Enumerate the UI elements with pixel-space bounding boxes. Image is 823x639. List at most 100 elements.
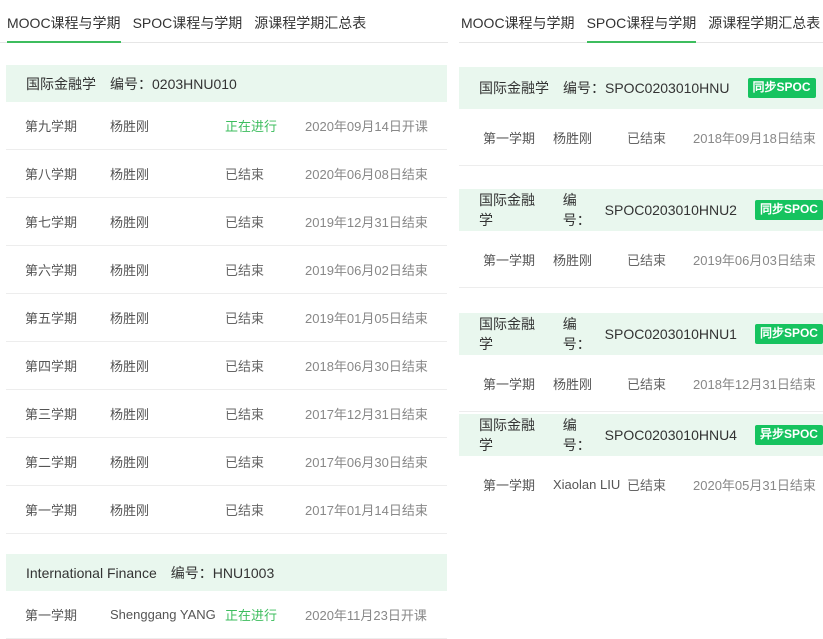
teacher-name: 杨胜刚 [110, 308, 225, 327]
term-name: 第一学期 [483, 128, 553, 147]
term-row[interactable]: 第四学期杨胜刚已结束2018年06月30日结束 [6, 342, 447, 390]
left-tab-bar: MOOC课程与学期 SPOC课程与学期源课程学期汇总表 [0, 0, 448, 43]
course-header: 国际金融学编号：SPOC0203010HNU4异步SPOC [459, 414, 823, 456]
term-date: 2020年09月14日开课 [305, 116, 447, 135]
term-status: 已结束 [627, 374, 693, 393]
term-status: 已结束 [627, 128, 693, 147]
term-status: 已结束 [627, 250, 693, 269]
term-status: 已结束 [225, 356, 305, 375]
term-status: 已结束 [225, 308, 305, 327]
tab-source-term-summary[interactable]: 源课程学期汇总表 [708, 13, 820, 43]
term-status: 已结束 [627, 475, 693, 494]
course-header: 国际金融学编号：SPOC0203010HNU同步SPOC [459, 67, 823, 109]
term-management-page: MOOC课程与学期SPOC课程与学期源课程学期汇总表 国际金融学编号：0203H… [0, 0, 823, 614]
teacher-name: 杨胜刚 [110, 212, 225, 231]
term-name: 第五学期 [25, 308, 110, 327]
term-date: 2019年12月31日结束 [305, 212, 447, 231]
teacher-name: 杨胜刚 [110, 116, 225, 135]
course-name: 国际金融学 [479, 190, 549, 230]
term-date: 2017年01月14日结束 [305, 500, 447, 519]
term-row[interactable]: 第一学期Shenggang YANG正在进行2020年11月23日开课 [6, 591, 447, 639]
course-code: 0203HNU010 [152, 76, 237, 92]
spoc-type-badge: 同步SPOC [748, 78, 816, 98]
term-row[interactable]: 第九学期杨胜刚正在进行2020年09月14日开课 [6, 102, 447, 150]
course-code: SPOC0203010HNU2 [605, 202, 737, 218]
term-name: 第一学期 [483, 374, 553, 393]
course-header: 国际金融学编号：0203HNU010 [6, 65, 447, 102]
term-row[interactable]: 第三学期杨胜刚已结束2017年12月31日结束 [6, 390, 447, 438]
teacher-name: 杨胜刚 [553, 128, 627, 147]
spoc-courses-panel: MOOC课程与学期SPOC课程与学期源课程学期汇总表 国际金融学编号：SPOC0… [459, 0, 823, 614]
course-header: International Finance 编号：HNU1003 [6, 554, 447, 591]
teacher-name: 杨胜刚 [110, 452, 225, 471]
course-card: International Finance 编号：HNU1003 第一学期Sheng… [6, 554, 447, 639]
course-card: 国际金融学编号：SPOC0203010HNU2同步SPOC第一学期杨胜刚已结束2… [459, 189, 823, 288]
course-code: SPOC0203010HNU4 [605, 427, 737, 443]
course-code: SPOC0203010HNU1 [605, 326, 737, 342]
term-row[interactable]: 第六学期杨胜刚已结束2019年06月02日结束 [6, 246, 447, 294]
term-name: 第六学期 [25, 260, 110, 279]
spoc-type-badge: 异步SPOC [755, 425, 823, 445]
term-name: 第七学期 [25, 212, 110, 231]
course-name: International Finance [26, 565, 157, 581]
term-row[interactable]: 第一学期杨胜刚已结束2017年01月14日结束 [6, 486, 447, 534]
course-name: 国际金融学 [479, 314, 549, 354]
spoc-type-badge: 同步SPOC [755, 200, 823, 220]
term-row[interactable]: 第七学期杨胜刚已结束2019年12月31日结束 [6, 198, 447, 246]
teacher-name: 杨胜刚 [110, 356, 225, 375]
term-date: 2020年05月31日结束 [693, 475, 823, 494]
tab-mooc-courses[interactable]: MOOC课程与学期 [461, 13, 575, 43]
term-name: 第一学期 [483, 475, 553, 494]
term-name: 第一学期 [483, 250, 553, 269]
course-code: HNU1003 [213, 565, 274, 581]
teacher-name: 杨胜刚 [110, 260, 225, 279]
course-card: 国际金融学编号：SPOC0203010HNU同步SPOC第一学期杨胜刚已结束20… [459, 67, 823, 166]
course-code-label: 编号： [563, 415, 605, 455]
term-date: 2018年06月30日结束 [305, 356, 447, 375]
term-row[interactable]: 第八学期杨胜刚已结束2020年06月08日结束 [6, 150, 447, 198]
term-name: 第一学期 [25, 500, 110, 519]
mooc-courses-panel: MOOC课程与学期 SPOC课程与学期源课程学期汇总表 国际金融学编号：0203H… [0, 0, 448, 614]
course-name: 国际金融学 [479, 78, 549, 98]
teacher-name: 杨胜刚 [553, 374, 627, 393]
term-date: 2019年06月02日结束 [305, 260, 447, 279]
tab-source-term-summary[interactable]: 源课程学期汇总表 [254, 13, 366, 43]
tab-spoc-courses[interactable]: SPOC课程与学期 [133, 13, 243, 43]
tab-mooc-courses[interactable]: MOOC课程与学期 [7, 13, 121, 43]
teacher-name: 杨胜刚 [553, 250, 627, 269]
right-tab-bar: MOOC课程与学期 SPOC课程与学期源课程学期汇总表 [459, 0, 823, 43]
term-name: 第三学期 [25, 404, 110, 423]
term-row[interactable]: 第一学期杨胜刚已结束2018年09月18日结束 [459, 109, 823, 166]
term-name: 第九学期 [25, 116, 110, 135]
term-status: 正在进行 [225, 116, 305, 135]
teacher-name: 杨胜刚 [110, 164, 225, 183]
term-row[interactable]: 第五学期杨胜刚已结束2019年01月05日结束 [6, 294, 447, 342]
left-course-list: 国际金融学编号：0203HNU010第九学期杨胜刚正在进行2020年09月14日… [0, 65, 448, 639]
term-date: 2020年11月23日开课 [305, 605, 447, 624]
term-date: 2019年06月03日结束 [693, 250, 823, 269]
term-date: 2018年12月31日结束 [693, 374, 823, 393]
term-status: 已结束 [225, 164, 305, 183]
term-status: 正在进行 [225, 605, 305, 624]
term-row[interactable]: 第二学期杨胜刚已结束2017年06月30日结束 [6, 438, 447, 486]
spoc-type-badge: 同步SPOC [755, 324, 823, 344]
term-row[interactable]: 第一学期Xiaolan LIU已结束2020年05月31日结束 [459, 456, 823, 512]
course-code-label: 编号： [171, 563, 213, 583]
teacher-name: 杨胜刚 [110, 404, 225, 423]
teacher-name: Xiaolan LIU [553, 477, 627, 492]
term-date: 2017年06月30日结束 [305, 452, 447, 471]
term-name: 第八学期 [25, 164, 110, 183]
term-row[interactable]: 第一学期杨胜刚已结束2019年06月03日结束 [459, 231, 823, 288]
term-status: 已结束 [225, 404, 305, 423]
term-date: 2019年01月05日结束 [305, 308, 447, 327]
term-status: 已结束 [225, 260, 305, 279]
tab-spoc-courses[interactable]: SPOC课程与学期 [587, 13, 697, 43]
course-card: 国际金融学编号：0203HNU010第九学期杨胜刚正在进行2020年09月14日… [6, 65, 447, 534]
term-status: 已结束 [225, 452, 305, 471]
course-card: 国际金融学编号：SPOC0203010HNU1 同步SPOC 第一学期杨胜刚已结束2… [459, 313, 823, 412]
term-row[interactable]: 第一学期杨胜刚已结束2018年12月31日结束 [459, 355, 823, 412]
course-code-label: 编号： [563, 314, 605, 354]
term-date: 2020年06月08日结束 [305, 164, 447, 183]
teacher-name: 杨胜刚 [110, 500, 225, 519]
term-status: 已结束 [225, 212, 305, 231]
